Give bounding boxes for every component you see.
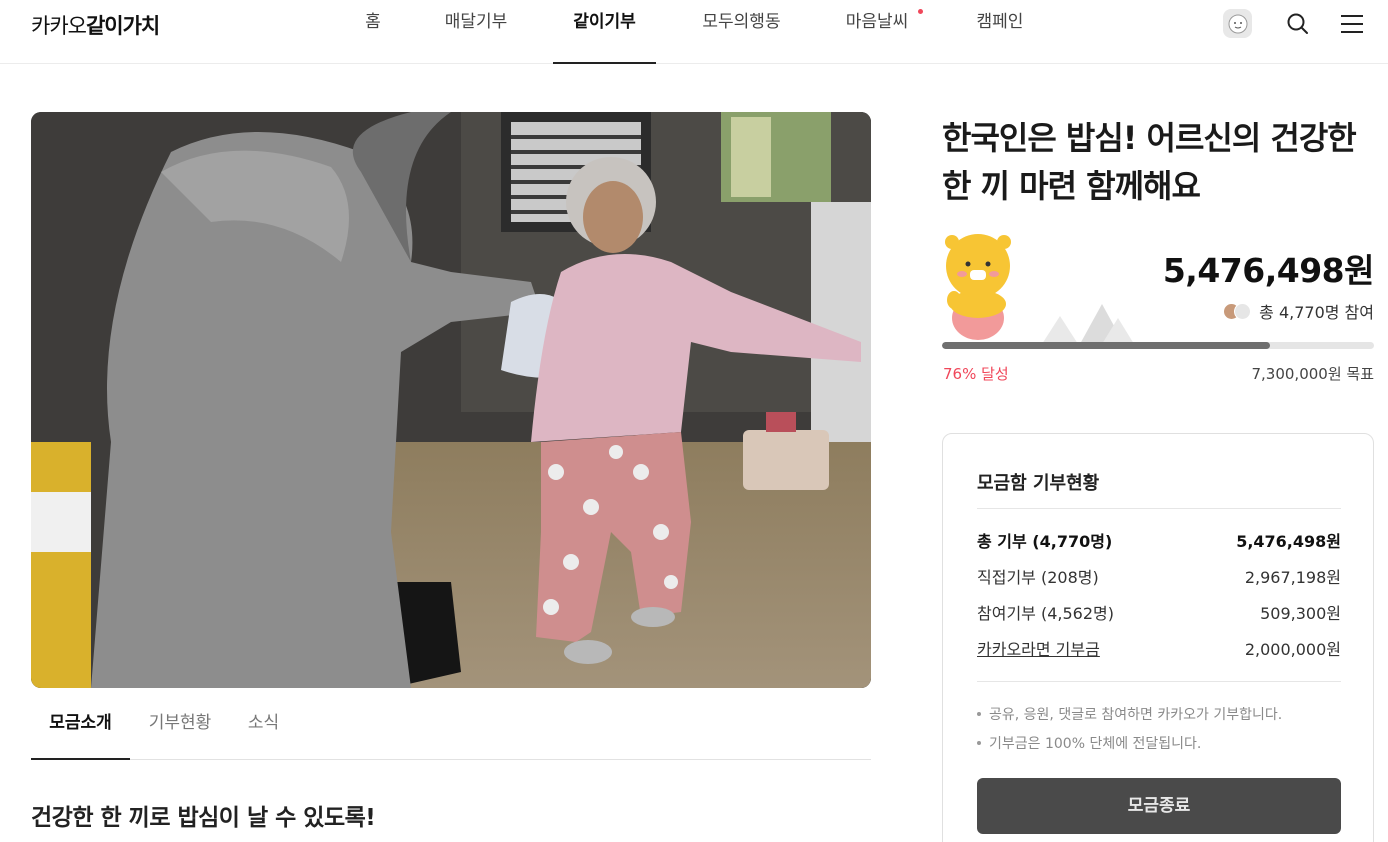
mountain-decoration xyxy=(1040,300,1140,344)
campaign-title-line2: 한 끼 마련 함께해요 xyxy=(942,167,1201,205)
divider xyxy=(977,508,1341,509)
participant-avatars xyxy=(1223,302,1252,320)
status-note: 공유, 응원, 댓글로 참여하면 카카오가 기부합니다. xyxy=(977,704,1282,724)
campaign-title-line1: 한국인은 밥심! 어르신의 건강한 xyxy=(942,119,1357,157)
divider xyxy=(977,681,1341,682)
participants-count: 총 4,770명 참여 xyxy=(1259,303,1374,322)
nav-home[interactable]: 홈 xyxy=(353,0,393,64)
status-row-participation: 참여기부 (4,562명) 509,300원 xyxy=(977,600,1341,624)
nav-mind-weather[interactable]: 마음날씨 xyxy=(836,0,918,64)
logo-light-text: 카카오 xyxy=(31,14,87,38)
status-row-direct: 직접기부 (208명) 2,967,198원 xyxy=(977,564,1341,588)
campaign-title: 한국인은 밥심! 어르신의 건강한 한 끼 마련 함께해요 xyxy=(942,114,1382,210)
status-note-text: 기부금은 100% 단체에 전달됩니다. xyxy=(989,736,1202,752)
participants-info: 총 4,770명 참여 xyxy=(1223,299,1374,323)
status-note-text: 공유, 응원, 댓글로 참여하면 카카오가 기부합니다. xyxy=(989,707,1283,723)
donation-photo-elderly-woman-receiving-meal xyxy=(31,112,871,688)
new-dot-badge xyxy=(918,9,923,14)
progress-bar xyxy=(942,342,1374,349)
status-row-kakao-ramen: 카카오라면 기부금 2,000,000원 xyxy=(977,636,1341,660)
section-title: 건강한 한 끼로 밥심이 날 수 있도록! xyxy=(31,805,376,831)
kakao-choonsik-mascot-icon xyxy=(940,230,1020,345)
status-row-value: 2,000,000원 xyxy=(1244,640,1341,659)
search-icon[interactable] xyxy=(1284,10,1312,38)
raised-amount: 5,476,498원 xyxy=(1162,251,1375,290)
progress-fill xyxy=(942,342,1271,349)
tab-news[interactable]: 소식 xyxy=(236,688,291,760)
status-row-label: 직접기부 (208명) xyxy=(977,568,1099,587)
logo-bold-text: 같이가치 xyxy=(85,14,160,38)
nav-monthly-donation[interactable]: 매달기부 xyxy=(434,0,518,64)
content-tabs: 모금소개 기부현황 소식 xyxy=(31,688,871,760)
profile-avatar-icon[interactable] xyxy=(1223,9,1252,38)
status-row-value: 509,300원 xyxy=(1260,604,1341,623)
status-row-value: 2,967,198원 xyxy=(1244,568,1341,587)
donation-status-box: 모금함 기부현황 총 기부 (4,770명) 5,476,498원 직접기부 (… xyxy=(942,433,1374,842)
tab-donation-status[interactable]: 기부현황 xyxy=(136,688,224,760)
status-row-total: 총 기부 (4,770명) 5,476,498원 xyxy=(977,528,1341,552)
bullet-icon xyxy=(977,741,981,745)
bullet-icon xyxy=(977,712,981,716)
nav-everyones-action[interactable]: 모두의행동 xyxy=(690,0,793,64)
status-box-title: 모금함 기부현황 xyxy=(977,473,1100,494)
donation-photo xyxy=(31,112,871,688)
kakao-logo[interactable]: 카카오같이가치 xyxy=(31,10,160,40)
tab-fundraising-intro[interactable]: 모금소개 xyxy=(31,688,130,760)
status-row-label: 총 기부 (4,770명) xyxy=(977,532,1113,551)
nav-mind-weather-wrap: 마음날씨 xyxy=(836,0,923,64)
participant-avatar-icon xyxy=(1234,302,1252,320)
status-row-value: 5,476,498원 xyxy=(1236,532,1341,551)
status-note: 기부금은 100% 단체에 전달됩니다. xyxy=(977,733,1201,753)
percent-achieved: 76% 달성 xyxy=(943,365,1009,383)
goal-amount: 7,300,000원 목표 xyxy=(1251,365,1374,383)
status-row-label: 참여기부 (4,562명) xyxy=(977,604,1114,623)
kakao-ramen-donation-link[interactable]: 카카오라면 기부금 xyxy=(977,636,1100,660)
nav-campaign[interactable]: 캠페인 xyxy=(960,0,1040,64)
top-header: 카카오같이가치 홈 매달기부 같이기부 모두의행동 마음날씨 캠페인 xyxy=(0,0,1388,64)
fundraising-ended-button[interactable]: 모금종료 xyxy=(977,778,1341,834)
menu-icon[interactable] xyxy=(1338,10,1366,38)
nav-together-donation[interactable]: 같이기부 xyxy=(553,0,656,64)
